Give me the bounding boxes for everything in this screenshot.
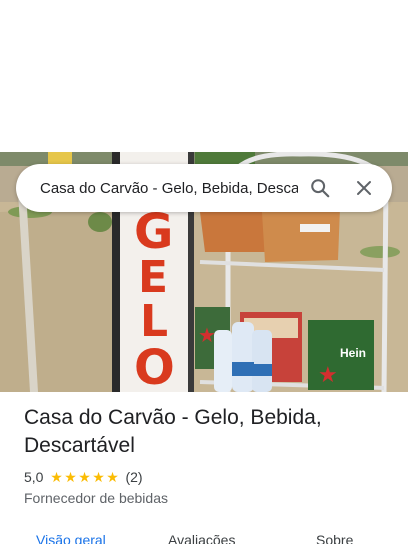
search-bar[interactable]: Casa do Carvão - Gelo, Bebida, Descartáv… (16, 164, 392, 212)
star-icon: ★ (64, 469, 77, 485)
map-blank-area (0, 0, 408, 152)
place-info: Casa do Carvão - Gelo, Bebida, Descartáv… (24, 404, 394, 506)
close-icon[interactable] (342, 164, 386, 212)
place-title: Casa do Carvão - Gelo, Bebida, Descartáv… (24, 406, 322, 457)
star-icon: ★ (106, 469, 119, 485)
search-icon[interactable] (298, 164, 342, 212)
svg-text:Hein: Hein (340, 346, 366, 360)
sign-letter-o: O (134, 340, 175, 392)
review-count[interactable]: (2) (125, 469, 142, 485)
tab-overview[interactable]: Visão geral (36, 532, 106, 544)
search-input[interactable]: Casa do Carvão - Gelo, Bebida, Descartáv… (16, 180, 298, 197)
place-tabs: Visão geral Avaliações Sobre (0, 528, 408, 544)
star-icon: ★ (50, 469, 63, 485)
star-icon: ★ (78, 469, 91, 485)
tab-about[interactable]: Sobre (316, 532, 353, 544)
tab-reviews[interactable]: Avaliações (168, 532, 235, 544)
rating-stars: ★ ★ ★ ★ ★ (49, 470, 119, 484)
star-icon: ★ (92, 469, 105, 485)
place-category[interactable]: Fornecedor de bebidas (24, 490, 394, 506)
svg-text:★: ★ (198, 325, 216, 347)
rating-row[interactable]: 5,0 ★ ★ ★ ★ ★ (2) (24, 468, 394, 486)
svg-text:★: ★ (318, 362, 338, 387)
rating-value: 5,0 (24, 469, 44, 485)
